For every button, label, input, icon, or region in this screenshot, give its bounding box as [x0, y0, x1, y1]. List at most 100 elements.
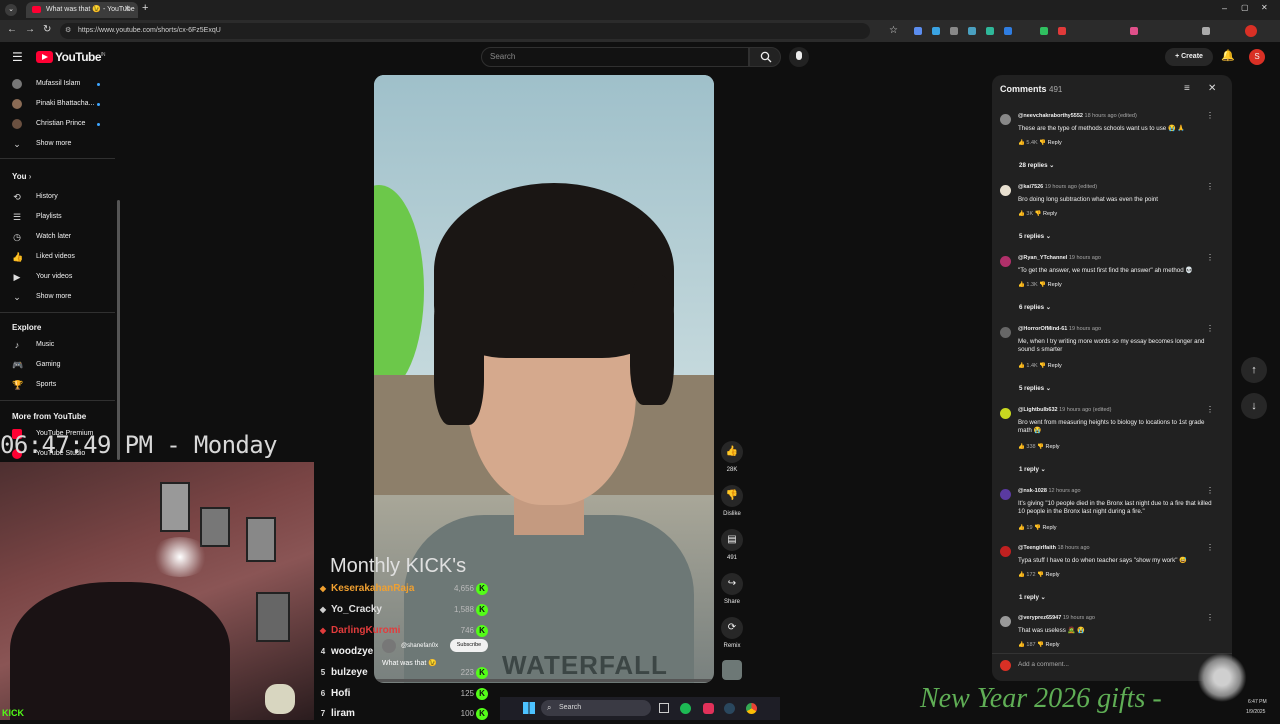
dislike-icon[interactable]: 👎	[1039, 140, 1046, 146]
hamburger-menu-icon[interactable]: ☰	[12, 50, 23, 64]
tab-close-icon[interactable]: ✕	[124, 4, 131, 13]
extension-icon[interactable]	[932, 27, 940, 35]
commenter-avatar[interactable]	[1000, 256, 1011, 267]
sound-thumbnail[interactable]	[722, 660, 742, 680]
youtube-logo-icon[interactable]	[36, 51, 53, 63]
extension-icon[interactable]	[968, 27, 976, 35]
like-icon[interactable]: 👍	[1018, 211, 1025, 217]
dislike-icon[interactable]: 👎	[1037, 642, 1044, 648]
search-input[interactable]: Search	[481, 47, 749, 67]
extension-icon[interactable]	[986, 27, 994, 35]
forward-arrow-icon[interactable]: →	[25, 24, 35, 35]
sidebar-item-your-videos[interactable]: ▶ Your videos	[0, 267, 115, 287]
dislike-icon[interactable]: 👎	[1039, 363, 1046, 369]
close-window-icon[interactable]: ✕	[1261, 3, 1268, 12]
sidebar-show-more[interactable]: ⌄ Show more	[0, 287, 115, 307]
previous-short-button[interactable]: ↑	[1241, 357, 1267, 383]
notifications-bell-icon[interactable]: 🔔	[1221, 49, 1235, 62]
more-options-icon[interactable]: ⋮	[1206, 111, 1214, 120]
sidebar-scrollbar[interactable]	[117, 200, 120, 460]
dislike-button[interactable]: 👎	[721, 485, 743, 507]
extension-icon[interactable]	[914, 27, 922, 35]
like-icon[interactable]: 👍	[1018, 140, 1025, 146]
tab-search-button[interactable]: ⌄	[5, 4, 17, 16]
sidebar-item-liked-videos[interactable]: 👍 Liked videos	[0, 247, 115, 267]
commenter-avatar[interactable]	[1000, 546, 1011, 557]
more-options-icon[interactable]: ⋮	[1206, 182, 1214, 191]
like-icon[interactable]: 👍	[1018, 525, 1025, 531]
sidebar-item-gaming[interactable]: 🎮 Gaming	[0, 355, 115, 375]
add-comment-input[interactable]: Add a comment...	[1018, 661, 1069, 668]
more-options-icon[interactable]: ⋮	[1206, 405, 1214, 414]
remix-button[interactable]: ⟳	[721, 617, 743, 639]
reply-button[interactable]: Reply	[1048, 363, 1062, 369]
sidebar-show-more[interactable]: ⌄ Show more	[0, 134, 115, 154]
profile-avatar-icon[interactable]	[1245, 25, 1257, 37]
bookmark-star-icon[interactable]: ☆	[889, 25, 898, 36]
reply-button[interactable]: Reply	[1046, 642, 1060, 648]
sidebar-item-sports[interactable]: 🏆 Sports	[0, 375, 115, 395]
more-options-icon[interactable]: ⋮	[1206, 613, 1214, 622]
dislike-icon[interactable]: 👎	[1037, 444, 1044, 450]
new-tab-button[interactable]: +	[142, 2, 148, 14]
windows-start-icon[interactable]	[523, 702, 535, 714]
reload-icon[interactable]: ↻	[43, 24, 51, 35]
spotify-icon[interactable]	[680, 703, 691, 714]
view-replies-button[interactable]: 6 replies ⌄	[1019, 304, 1051, 311]
reply-button[interactable]: Reply	[1048, 140, 1062, 146]
chrome-icon[interactable]	[746, 703, 757, 714]
search-button[interactable]	[749, 47, 781, 67]
dislike-icon[interactable]: 👎	[1034, 525, 1041, 531]
extension-icon[interactable]	[1130, 27, 1138, 35]
maximize-icon[interactable]: ▢	[1241, 3, 1249, 12]
dislike-icon[interactable]: 👎	[1035, 211, 1042, 217]
reply-button[interactable]: Reply	[1043, 211, 1057, 217]
back-arrow-icon[interactable]: ←	[7, 24, 17, 35]
dislike-icon[interactable]: 👎	[1037, 572, 1044, 578]
more-options-icon[interactable]: ⋮	[1206, 253, 1214, 262]
view-replies-button[interactable]: 28 replies ⌄	[1019, 162, 1054, 169]
like-icon[interactable]: 👍	[1018, 282, 1025, 288]
active-tab[interactable]: What was that 😉 - YouTube	[26, 2, 138, 18]
site-info-icon[interactable]: ⚙	[65, 23, 71, 39]
reply-button[interactable]: Reply	[1048, 282, 1062, 288]
task-view-icon[interactable]	[659, 703, 669, 713]
sort-comments-icon[interactable]: ≡	[1184, 83, 1190, 94]
commenter-avatar[interactable]	[1000, 327, 1011, 338]
share-button[interactable]: ↪	[721, 573, 743, 595]
address-bar[interactable]: ⚙ https://www.youtube.com/shorts/cx-6Fz5…	[60, 23, 870, 39]
view-replies-button[interactable]: 1 reply ⌄	[1019, 594, 1046, 601]
next-short-button[interactable]: ↓	[1241, 393, 1267, 419]
like-icon[interactable]: 👍	[1018, 444, 1025, 450]
extension-icon[interactable]	[1202, 27, 1210, 35]
view-replies-button[interactable]: 5 replies ⌄	[1019, 233, 1051, 240]
create-button[interactable]: + Create	[1165, 48, 1213, 66]
commenter-avatar[interactable]	[1000, 185, 1011, 196]
extension-icon[interactable]	[950, 27, 958, 35]
sidebar-item-playlists[interactable]: ☰ Playlists	[0, 207, 115, 227]
extension-icon[interactable]	[1058, 27, 1066, 35]
like-icon[interactable]: 👍	[1018, 363, 1025, 369]
more-options-icon[interactable]: ⋮	[1206, 486, 1214, 495]
commenter-avatar[interactable]	[1000, 489, 1011, 500]
sidebar-you-heading[interactable]: You ›	[12, 172, 31, 181]
commenter-avatar[interactable]	[1000, 616, 1011, 627]
reply-button[interactable]: Reply	[1046, 572, 1060, 578]
more-options-icon[interactable]: ⋮	[1206, 324, 1214, 333]
close-comments-icon[interactable]: ✕	[1208, 83, 1216, 94]
view-replies-button[interactable]: 5 replies ⌄	[1019, 385, 1051, 392]
taskbar-search[interactable]: ⌕ Search	[541, 700, 651, 716]
view-replies-button[interactable]: 1 reply ⌄	[1019, 466, 1046, 473]
app-icon[interactable]	[703, 703, 714, 714]
account-avatar[interactable]: S	[1249, 49, 1265, 65]
sidebar-item-history[interactable]: ⟲ History	[0, 187, 115, 207]
reply-button[interactable]: Reply	[1042, 525, 1056, 531]
commenter-avatar[interactable]	[1000, 114, 1011, 125]
like-button[interactable]: 👍	[721, 441, 743, 463]
extension-icon[interactable]	[1004, 27, 1012, 35]
like-icon[interactable]: 👍	[1018, 572, 1025, 578]
comments-button[interactable]: ▤	[721, 529, 743, 551]
dislike-icon[interactable]: 👎	[1039, 282, 1046, 288]
more-options-icon[interactable]: ⋮	[1206, 543, 1214, 552]
extension-icon[interactable]	[1040, 27, 1048, 35]
